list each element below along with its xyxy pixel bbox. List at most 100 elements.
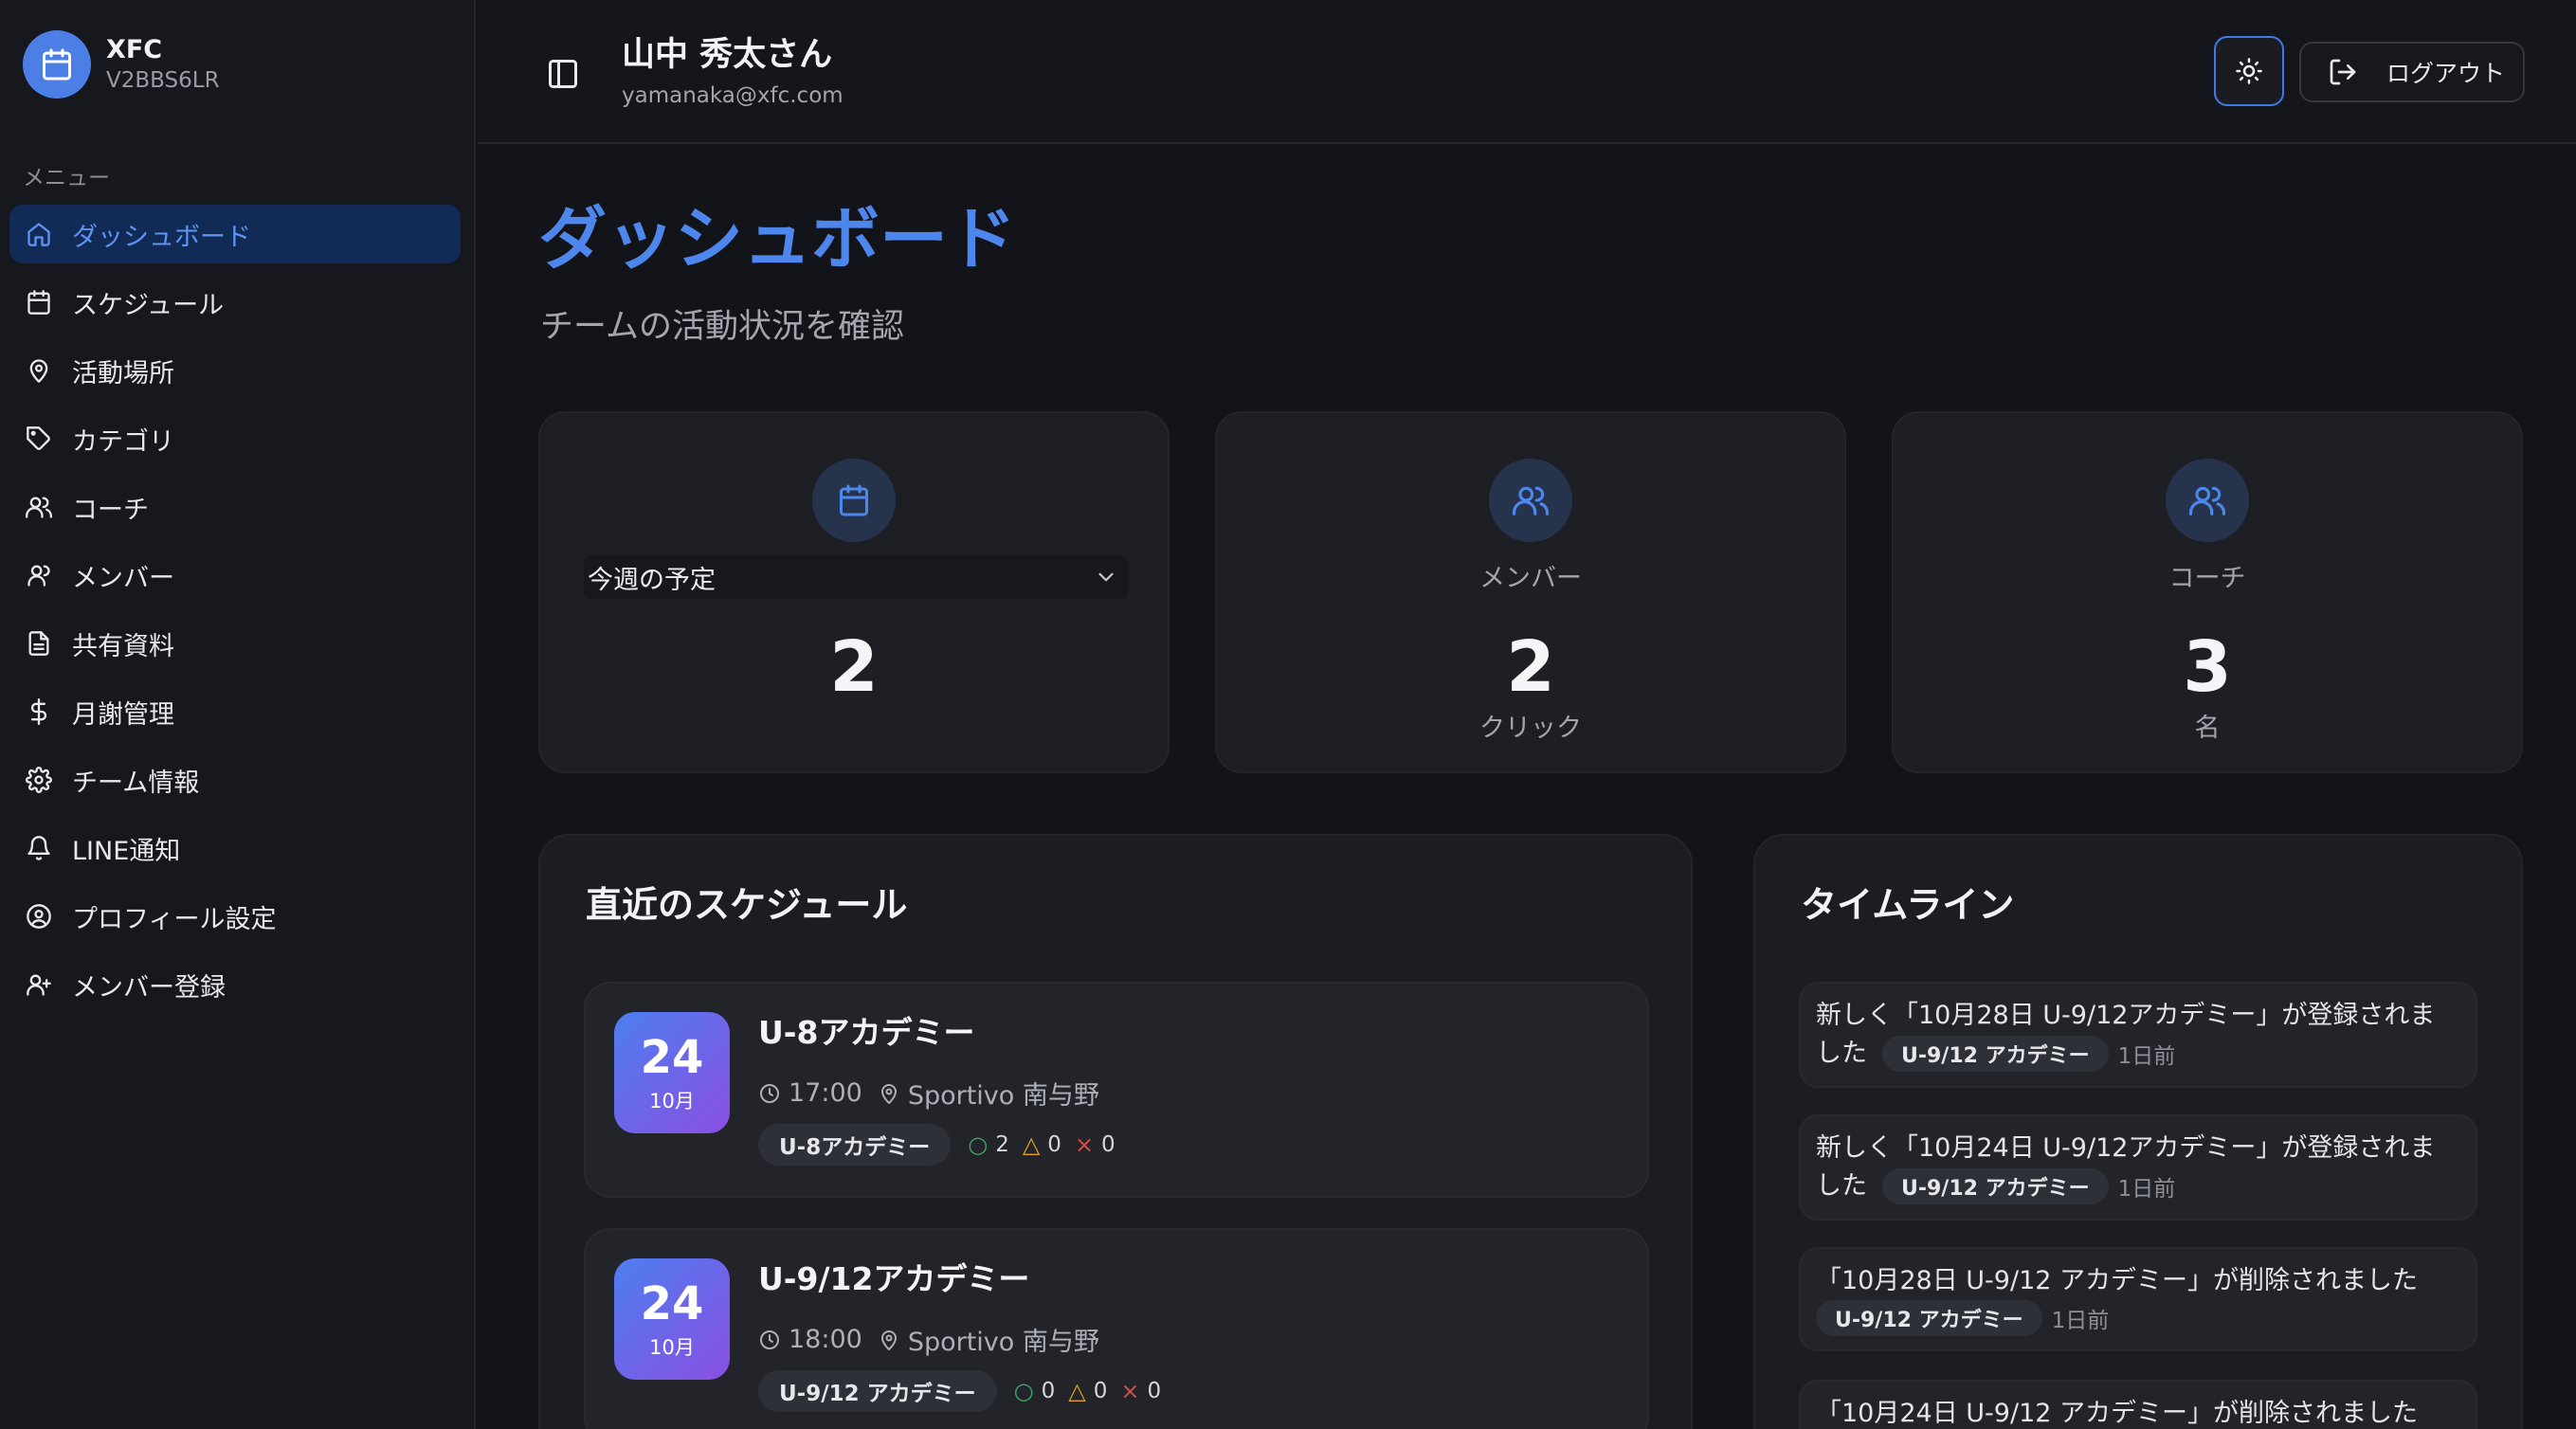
user-plus-icon <box>23 968 55 1001</box>
sidebar-item-label: 月謝管理 <box>72 699 174 730</box>
stat-card-schedule: 今週の予定 2 <box>538 411 1170 773</box>
sidebar-item-dashboard[interactable]: ダッシュボード <box>9 205 461 263</box>
sidebar-item-label: カテゴリ <box>72 426 174 457</box>
sun-icon <box>2235 57 2263 85</box>
calendar-icon <box>23 286 55 318</box>
attendance-maybe-count: 0 <box>1093 1379 1108 1403</box>
schedule-place: Sportivo 南与野 <box>907 1328 1099 1357</box>
sidebar-item-profile[interactable]: プロフィール設定 <box>9 887 461 946</box>
timeline-item[interactable]: 新しく「10月28日 U-9/12アカデミー」が登録されま した U-9/12 … <box>1799 982 2477 1088</box>
timeline-tag: U-9/12 アカデミー <box>1882 1168 2109 1204</box>
users-icon <box>2166 459 2249 542</box>
gear-icon <box>23 764 55 796</box>
timeline-time: 1日前 <box>2117 1044 2176 1069</box>
team-code: V2BBS6LR <box>106 68 220 93</box>
attendance-ok-count: 0 <box>1041 1379 1056 1403</box>
schedule-title: U-9/12アカデミー <box>758 1260 1030 1297</box>
user-email: yamanaka@xfc.com <box>622 83 844 108</box>
stat-value: 3 <box>2183 626 2232 708</box>
attendance-maybe-count: 0 <box>1047 1132 1061 1157</box>
category-tag: U-9/12 アカデミー <box>758 1370 997 1412</box>
timeline-text: 「10月24日 U-9/12 アカデミー」が削除されました <box>1816 1399 2419 1428</box>
stat-sub: クリック <box>1479 714 1582 743</box>
schedule-item[interactable]: 24 10月 U-9/12アカデミー 18:00 Sportivo 南与野 U-… <box>584 1228 1649 1429</box>
attendance-ng-count: 0 <box>1147 1379 1162 1403</box>
date-badge: 24 10月 <box>614 1012 730 1133</box>
sidebar-item-shared-files[interactable]: 共有資料 <box>9 614 461 673</box>
sidebar-menu: ダッシュボード スケジュール 活動場所 カテゴリ コーチ メンバー 共有資料 月… <box>9 205 461 1023</box>
sidebar-item-fees[interactable]: 月謝管理 <box>9 682 461 741</box>
page-title: ダッシュボード <box>538 199 1017 279</box>
sidebar-item-line-notify[interactable]: LINE通知 <box>9 819 461 877</box>
sidebar-item-label: プロフィール設定 <box>72 904 277 934</box>
logout-label: ログアウト <box>2386 60 2506 87</box>
schedule-tags: U-9/12 アカデミー ○ 0 △ 0 × 0 <box>758 1370 1161 1412</box>
triangle-icon: △ <box>1068 1378 1086 1404</box>
sidebar-item-label: コーチ <box>72 495 149 525</box>
timeline-tag: U-9/12 アカデミー <box>1816 1300 2042 1336</box>
panel-title: タイムライン <box>1801 884 2015 926</box>
sidebar-item-label: メンバー登録 <box>72 972 226 1003</box>
users-icon <box>23 491 55 523</box>
attendance-maybe: △ 0 <box>1068 1378 1107 1404</box>
schedule-meta: 18:00 Sportivo 南与野 <box>758 1321 1099 1358</box>
circle-icon: ○ <box>1013 1378 1034 1404</box>
timeline-item[interactable]: 新しく「10月24日 U-9/12アカデミー」が登録されま した U-9/12 … <box>1799 1114 2477 1221</box>
stat-card-members[interactable]: メンバー 2 クリック <box>1215 411 1846 773</box>
schedule-meta: 17:00 Sportivo 南与野 <box>758 1075 1099 1112</box>
chevron-down-icon <box>1094 565 1118 589</box>
stat-card-coaches: コーチ 3 名 <box>1892 411 2523 773</box>
timeline-text-cont: した <box>1816 1039 1867 1068</box>
logout-button[interactable]: ログアウト <box>2299 42 2525 102</box>
sidebar-item-label: 共有資料 <box>72 631 174 661</box>
cross-icon: × <box>1120 1378 1140 1404</box>
brand-name: XFC <box>106 35 163 64</box>
stat-label: メンバー <box>1479 564 1582 593</box>
brand[interactable]: XFC V2BBS6LR <box>23 30 220 99</box>
circle-icon: ○ <box>968 1131 989 1158</box>
timeline-text-cont: した <box>1816 1171 1867 1201</box>
sidebar-item-member-register[interactable]: メンバー登録 <box>9 955 461 1014</box>
clock-icon <box>758 1082 781 1105</box>
theme-toggle-button[interactable] <box>2214 36 2284 106</box>
timeline-text: 新しく「10月24日 U-9/12アカデミー」が登録されま <box>1816 1133 2436 1163</box>
sidebar-item-label: スケジュール <box>72 290 225 320</box>
attendance-ok: ○ 0 <box>1014 1378 1056 1404</box>
top-header: 山中 秀太さん yamanaka@xfc.com ログアウト <box>478 0 2576 144</box>
user-icon <box>23 559 55 591</box>
tag-icon <box>23 423 55 455</box>
timeline-tag: U-9/12 アカデミー <box>1882 1036 2109 1072</box>
file-icon <box>23 627 55 660</box>
stat-label: コーチ <box>2168 564 2246 593</box>
schedule-tags: U-8アカデミー ○ 2 △ 0 × 0 <box>758 1124 1116 1166</box>
map-pin-icon <box>23 354 55 387</box>
stat-sub: 名 <box>2194 714 2221 743</box>
timeline-text: 「10月28日 U-9/12 アカデミー」が削除されました <box>1816 1266 2419 1295</box>
sidebar-item-categories[interactable]: カテゴリ <box>9 409 461 468</box>
map-pin-icon <box>878 1329 900 1351</box>
sidebar-item-team-info[interactable]: チーム情報 <box>9 751 461 809</box>
attendance-ng-count: 0 <box>1101 1132 1116 1157</box>
sidebar-item-members[interactable]: メンバー <box>9 546 461 605</box>
sidebar: XFC V2BBS6LR メニュー ダッシュボード スケジュール 活動場所 カテ… <box>0 0 476 1429</box>
home-icon <box>23 218 55 250</box>
timeline-item[interactable]: 「10月28日 U-9/12 アカデミー」が削除されました U-9/12 アカデ… <box>1799 1247 2477 1351</box>
sidebar-item-label: LINE通知 <box>72 836 181 866</box>
sidebar-item-schedule[interactable]: スケジュール <box>9 273 461 332</box>
schedule-time: 18:00 <box>789 1325 862 1354</box>
sidebar-item-locations[interactable]: 活動場所 <box>9 341 461 400</box>
sidebar-toggle-icon[interactable] <box>546 57 580 91</box>
attendance-maybe: △ 0 <box>1023 1131 1061 1158</box>
recent-schedule-panel: 直近のスケジュール 24 10月 U-8アカデミー 17:00 Sportivo… <box>538 834 1693 1429</box>
triangle-icon: △ <box>1022 1131 1041 1158</box>
period-select-value: 今週の予定 <box>588 565 716 595</box>
sidebar-item-coaches[interactable]: コーチ <box>9 478 461 536</box>
schedule-item[interactable]: 24 10月 U-8アカデミー 17:00 Sportivo 南与野 U-8アカ… <box>584 982 1649 1198</box>
timeline-panel: タイムライン 新しく「10月28日 U-9/12アカデミー」が登録されま した … <box>1753 834 2523 1429</box>
clock-icon <box>758 1329 781 1351</box>
sidebar-item-label: 活動場所 <box>72 358 174 389</box>
schedule-place: Sportivo 南与野 <box>907 1081 1099 1111</box>
timeline-item[interactable]: 「10月24日 U-9/12 アカデミー」が削除されました <box>1799 1380 2477 1429</box>
period-select[interactable]: 今週の予定 <box>584 555 1128 599</box>
calendar-icon <box>812 459 896 542</box>
